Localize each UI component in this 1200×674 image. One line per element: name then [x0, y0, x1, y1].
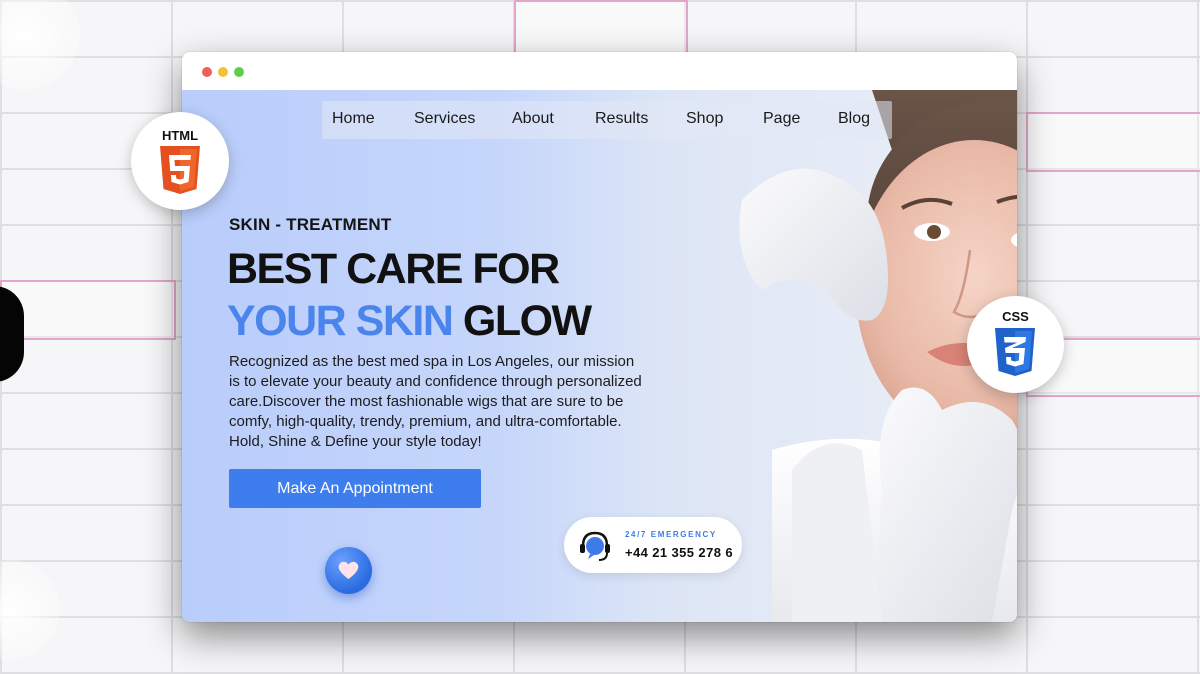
nav-shop[interactable]: Shop	[686, 110, 723, 128]
emergency-phone[interactable]: +44 21 355 278 6	[625, 545, 733, 560]
close-dot[interactable]	[202, 67, 212, 77]
maximize-dot[interactable]	[234, 67, 244, 77]
headset-chat-icon	[580, 531, 610, 561]
css-badge: CSS	[967, 296, 1064, 393]
heart-bubble-icon	[325, 547, 372, 594]
hero-section: Home Services About Results Shop Page Bl…	[182, 90, 1017, 622]
nav-blog[interactable]: Blog	[838, 110, 870, 128]
hero-description: Recognized as the best med spa in Los An…	[229, 353, 642, 450]
emergency-contact-card[interactable]: 24/7 EMERGENCY +44 21 355 278 6	[564, 517, 742, 573]
nav-services[interactable]: Services	[414, 110, 475, 128]
nav-results[interactable]: Results	[595, 110, 648, 128]
decor-box-top	[514, 0, 688, 56]
browser-window: Home Services About Results Shop Page Bl…	[182, 52, 1017, 622]
decor-box-left	[0, 280, 176, 340]
nav-page[interactable]: Page	[763, 110, 800, 128]
hero-headline-line1: BEST CARE FOR	[227, 245, 560, 293]
html-badge-label: HTML	[161, 128, 199, 143]
html-badge: HTML	[131, 112, 229, 210]
hero-headline-rest: GLOW	[452, 297, 592, 345]
hero-headline-accent: YOUR SKIN	[227, 297, 454, 345]
html5-logo-icon	[160, 146, 200, 194]
emergency-label: 24/7 EMERGENCY	[625, 530, 717, 539]
hero-kicker: SKIN - TREATMENT	[229, 215, 392, 234]
nav-home[interactable]: Home	[332, 110, 375, 128]
make-appointment-button[interactable]: Make An Appointment	[229, 469, 481, 508]
css-badge-label: CSS	[1002, 309, 1029, 324]
hero-headline-line2: YOUR SKIN GLOW	[227, 295, 592, 347]
css3-logo-icon	[995, 328, 1035, 376]
decor-box-right	[1026, 112, 1200, 172]
browser-titlebar	[182, 52, 1017, 90]
nav-about[interactable]: About	[512, 110, 554, 128]
minimize-dot[interactable]	[218, 67, 228, 77]
